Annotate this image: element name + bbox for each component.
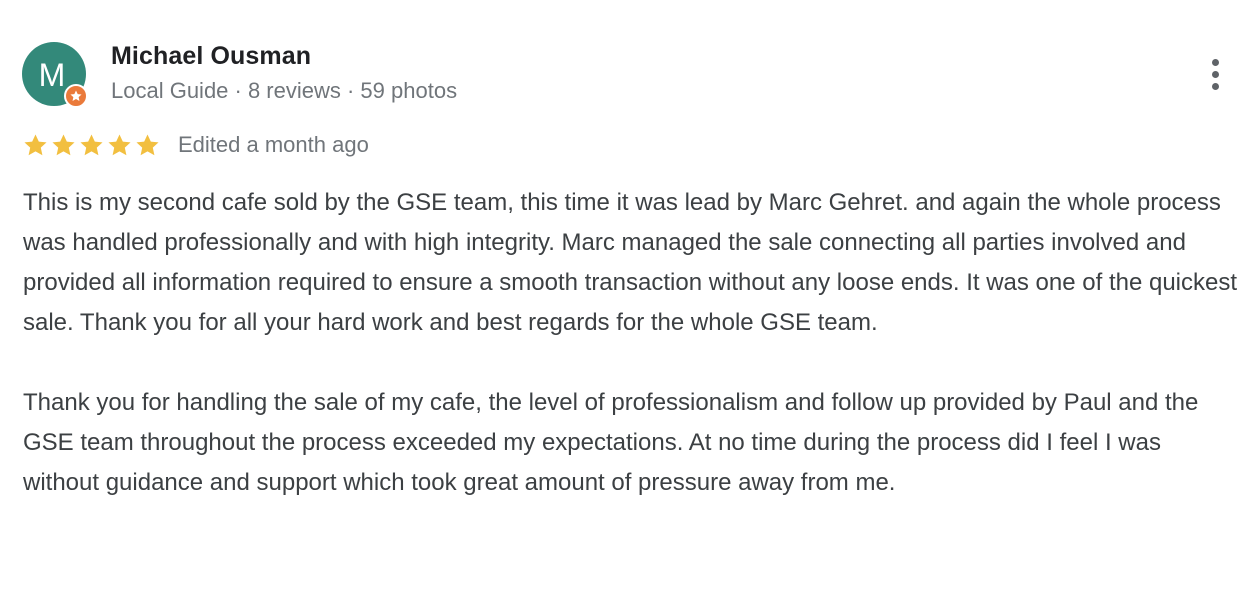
rating-row: Edited a month ago [22,130,369,160]
star-icon [52,133,75,155]
edited-timestamp: Edited a month ago [178,132,369,157]
review-paragraph: Thank you for handling the sale of my ca… [23,389,1199,496]
author-name[interactable]: Michael Ousman [111,42,311,71]
star-icon [136,133,159,155]
more-vert-icon-dot [1211,82,1219,90]
more-vert-icon [1211,58,1219,66]
avatar-letter: M [38,56,66,93]
more-vert-icon-dot [1211,70,1219,78]
avatar[interactable]: M [22,42,88,108]
review-paragraph: This is my second cafe sold by the GSE t… [23,189,1238,336]
star-rating [22,132,161,159]
star-icon [24,133,47,155]
local-guide-star-icon [64,84,88,108]
star-icon [80,133,103,155]
review-text: This is my second cafe sold by the GSE t… [23,183,1238,503]
author-meta[interactable]: Local Guide · 8 reviews · 59 photos [111,78,457,104]
star-icon [108,133,131,155]
review-card: M Michael Ousman Local Guide · 8 reviews… [0,0,1244,612]
more-options-button[interactable] [1198,52,1232,96]
